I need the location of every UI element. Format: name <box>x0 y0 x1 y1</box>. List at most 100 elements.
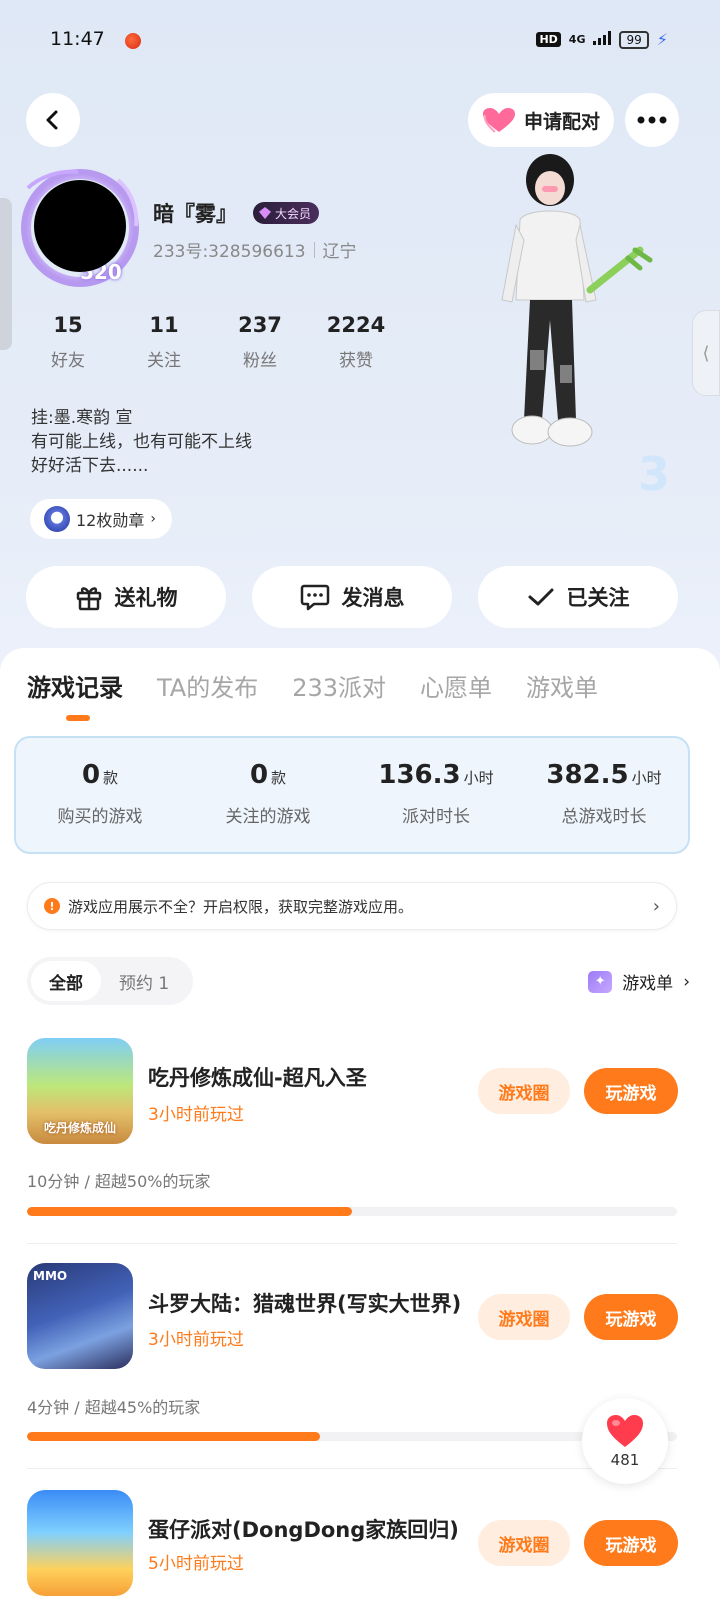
summary-followed[interactable]: 0款 关注的游戏 <box>184 738 352 852</box>
summary-label: 购买的游戏 <box>57 807 143 827</box>
tab-game-list[interactable]: 游戏单 <box>526 668 598 703</box>
avatar-character[interactable]: 33 <box>490 150 702 510</box>
summary-total-time[interactable]: 382.5 小时 总游戏时长 <box>520 738 688 852</box>
medals-label: 12枚勋章 <box>76 511 145 530</box>
stat-value: 15 <box>53 313 83 337</box>
following-button[interactable]: 已关注 <box>478 566 678 628</box>
tab-wishlist[interactable]: 心愿单 <box>420 668 492 703</box>
apply-pair-label: 申请配对 <box>523 110 600 133</box>
status-indicators: HD 4G 99 ⚡ <box>536 30 668 49</box>
play-game-button[interactable]: 玩游戏 <box>584 1294 678 1340</box>
like-button[interactable]: 481 <box>582 1398 668 1484</box>
vip-label: 大会员 <box>275 206 312 221</box>
chevron-right-icon: › <box>150 511 156 527</box>
filter-reserve[interactable]: 预约 1 <box>101 961 187 1001</box>
game-circle-button[interactable]: 游戏圈 <box>478 1294 570 1340</box>
tab-posts[interactable]: TA的发布 <box>157 668 258 703</box>
filter-all[interactable]: 全部 <box>31 961 101 1001</box>
following-label: 已关注 <box>566 586 630 610</box>
game-list-label: 游戏单 <box>622 974 674 994</box>
stat-following[interactable]: 11 关注 <box>116 313 212 371</box>
bio-line: 挂:墨.寒韵 宣 <box>31 408 133 428</box>
game-title[interactable]: 吃丹修炼成仙-超凡入圣 <box>148 1062 478 1092</box>
permission-notice[interactable]: ! 游戏应用展示不全？开启权限，获取完整游戏应用。 › <box>27 882 677 930</box>
summary-value: 0 <box>81 760 101 790</box>
left-edge-handle[interactable] <box>0 198 12 350</box>
more-dots-icon <box>637 116 667 124</box>
summary-label: 派对时长 <box>402 807 470 827</box>
game-circle-button[interactable]: 游戏圈 <box>478 1520 570 1566</box>
game-title[interactable]: 蛋仔派对(DongDong家族回归) <box>148 1514 478 1544</box>
progress-bar <box>27 1207 677 1216</box>
summary-purchased[interactable]: 0款 购买的游戏 <box>16 738 184 852</box>
game-list-link[interactable]: ✦ 游戏单 › <box>588 969 690 994</box>
summary-value: 0 <box>249 760 269 790</box>
game-last-played: 3小时前玩过 <box>148 1105 244 1125</box>
battery-icon: 99 <box>619 30 649 49</box>
game-title[interactable]: 斗罗大陆：猎魂世界(写实大世界) <box>148 1288 478 1318</box>
game-icon[interactable] <box>27 1490 133 1596</box>
profile-stats: 15 好友 11 关注 237 粉丝 2224 获赞 <box>20 313 404 371</box>
apply-pair-button[interactable]: 申请配对 <box>468 93 614 147</box>
progress-fill <box>27 1432 320 1441</box>
like-count: 481 <box>610 1451 640 1469</box>
back-arrow-icon <box>46 110 58 130</box>
play-game-button[interactable]: 玩游戏 <box>584 1520 678 1566</box>
charging-icon: ⚡ <box>656 30 668 49</box>
avatar[interactable] <box>34 180 126 272</box>
back-button[interactable] <box>26 93 80 147</box>
game-last-played: 3小时前玩过 <box>148 1330 244 1350</box>
gift-icon <box>76 587 101 611</box>
play-game-button[interactable]: 玩游戏 <box>584 1068 678 1114</box>
progress-bar <box>27 1432 677 1441</box>
game-filter-group: 全部 预约 1 <box>27 957 193 1005</box>
game-icon-text: 吃丹修炼成仙 <box>43 1121 116 1135</box>
stat-label: 获赞 <box>339 351 373 371</box>
send-gift-label: 送礼物 <box>114 586 178 610</box>
bio-line: 好好活下去...... <box>31 456 149 476</box>
stat-value: 2224 <box>326 313 386 337</box>
stat-label: 好友 <box>51 351 85 371</box>
message-icon <box>300 584 329 611</box>
stat-fans[interactable]: 237 粉丝 <box>212 313 308 371</box>
side-panel-handle[interactable]: ⟨ <box>692 310 720 396</box>
summary-label: 关注的游戏 <box>225 807 311 827</box>
summary-unit: 款 <box>103 769 119 787</box>
game-last-played: 5小时前玩过 <box>148 1554 244 1574</box>
divider <box>27 1243 677 1244</box>
uid-separator <box>313 241 315 258</box>
summary-value: 382.5 <box>546 760 629 790</box>
send-message-label: 发消息 <box>341 586 405 610</box>
summary-unit: 小时 <box>631 769 662 787</box>
uid: 233号:328596613 <box>153 242 306 262</box>
check-icon <box>528 588 553 606</box>
chevron-right-icon: › <box>652 895 660 917</box>
tab-game-records[interactable]: 游戏记录 <box>27 668 123 703</box>
chevron-right-icon: › <box>683 971 690 992</box>
divider <box>27 1468 677 1469</box>
vip-badge[interactable]: 大会员 <box>253 202 320 224</box>
more-button[interactable] <box>625 93 679 147</box>
game-icon[interactable]: MMO <box>27 1263 133 1369</box>
sparkle-icon: ✦ <box>588 970 613 993</box>
game-icon[interactable]: 吃丹修炼成仙 <box>27 1038 133 1144</box>
svg-text:33: 33 <box>638 447 670 501</box>
summary-party-time[interactable]: 136.3 小时 派对时长 <box>352 738 520 852</box>
stat-label: 粉丝 <box>243 351 277 371</box>
stat-likes[interactable]: 2224 获赞 <box>308 313 404 371</box>
chevron-left-icon: ⟨ <box>702 342 710 364</box>
medals-button[interactable]: 12枚勋章 › <box>30 499 172 539</box>
bio-line: 有可能上线，也有可能不上线 <box>31 432 252 452</box>
heart-icon <box>607 1415 643 1447</box>
stat-friends[interactable]: 15 好友 <box>20 313 116 371</box>
send-gift-button[interactable]: 送礼物 <box>26 566 226 628</box>
summary-unit: 款 <box>271 769 287 787</box>
bio: 挂:墨.寒韵 宣 有可能上线，也有可能不上线 好好活下去...... <box>31 406 252 478</box>
tab-party[interactable]: 233派对 <box>292 668 386 703</box>
game-circle-button[interactable]: 游戏圈 <box>478 1068 570 1114</box>
hd-icon: HD <box>536 32 561 47</box>
send-message-button[interactable]: 发消息 <box>252 566 452 628</box>
vip-gem-icon <box>259 207 271 219</box>
profile-tabs: 游戏记录 TA的发布 233派对 心愿单 游戏单 <box>27 668 598 703</box>
stat-value: 237 <box>238 313 282 337</box>
